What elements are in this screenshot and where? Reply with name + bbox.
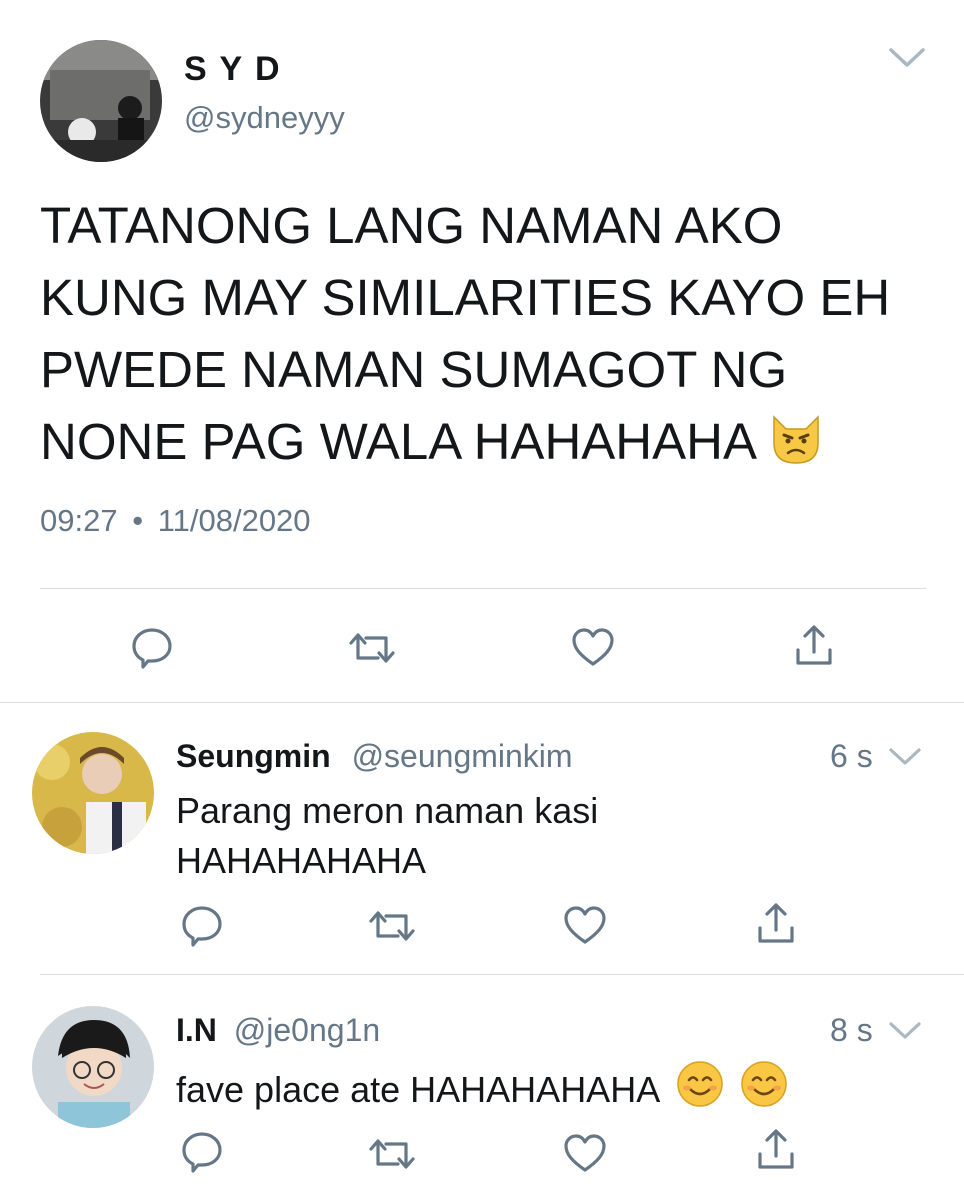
- retweet-icon[interactable]: [368, 1134, 416, 1174]
- reply-icon[interactable]: [180, 904, 224, 948]
- like-icon[interactable]: [570, 626, 616, 668]
- display-name[interactable]: Seungmin: [176, 738, 331, 774]
- reply-text: fave place ate HAHAHAHAHA: [176, 1060, 788, 1120]
- avatar[interactable]: [40, 40, 162, 162]
- retweet-icon[interactable]: [348, 628, 396, 668]
- handle[interactable]: @seungminkim: [352, 738, 573, 774]
- tweet-text: TATANONG LANG NAMAN AKO KUNG MAY SIMILAR…: [40, 190, 920, 484]
- timestamp[interactable]: 6 s: [830, 738, 873, 775]
- retweet-icon[interactable]: [368, 906, 416, 946]
- timestamp-separator: •: [132, 503, 144, 538]
- timestamp[interactable]: 8 s: [830, 1012, 873, 1049]
- smiling-face-emoji: [676, 1060, 724, 1120]
- avatar[interactable]: [32, 732, 154, 854]
- reply-text-line: HAHAHAHAHA: [176, 840, 427, 881]
- reply-text: Parang meron naman kasi HAHAHAHAHA: [176, 786, 598, 886]
- reply-divider: [40, 974, 964, 975]
- like-icon[interactable]: [562, 1132, 608, 1174]
- divider: [40, 588, 926, 589]
- smirking-angry-cat-emoji: [768, 412, 824, 484]
- tweet-text-content: TATANONG LANG NAMAN AKO KUNG MAY SIMILAR…: [40, 197, 891, 470]
- chevron-down-icon[interactable]: [888, 1020, 922, 1042]
- reply-icon[interactable]: [130, 626, 174, 670]
- smiling-face-emoji: [740, 1060, 788, 1120]
- tweet-date: 11/08/2020: [157, 503, 311, 538]
- share-icon[interactable]: [756, 1128, 796, 1172]
- avatar[interactable]: [32, 1006, 154, 1128]
- handle[interactable]: @sydneyyy: [184, 100, 345, 136]
- reply-text-line: Parang meron naman kasi: [176, 790, 599, 831]
- section-divider: [0, 702, 964, 703]
- reply-icon[interactable]: [180, 1130, 224, 1174]
- tweet-timestamp[interactable]: 09:27 • 11/08/2020: [40, 503, 311, 539]
- reply-text-content: fave place ate HAHAHAHAHA: [176, 1069, 659, 1110]
- display-name[interactable]: I.N: [176, 1012, 217, 1048]
- like-icon[interactable]: [562, 904, 608, 946]
- tweet-time: 09:27: [40, 503, 118, 538]
- share-icon[interactable]: [794, 624, 834, 668]
- chevron-down-icon[interactable]: [888, 746, 922, 768]
- display-name[interactable]: S Y D: [184, 50, 282, 89]
- share-icon[interactable]: [756, 902, 796, 946]
- handle[interactable]: @je0ng1n: [234, 1012, 380, 1048]
- chevron-down-icon[interactable]: [888, 46, 926, 70]
